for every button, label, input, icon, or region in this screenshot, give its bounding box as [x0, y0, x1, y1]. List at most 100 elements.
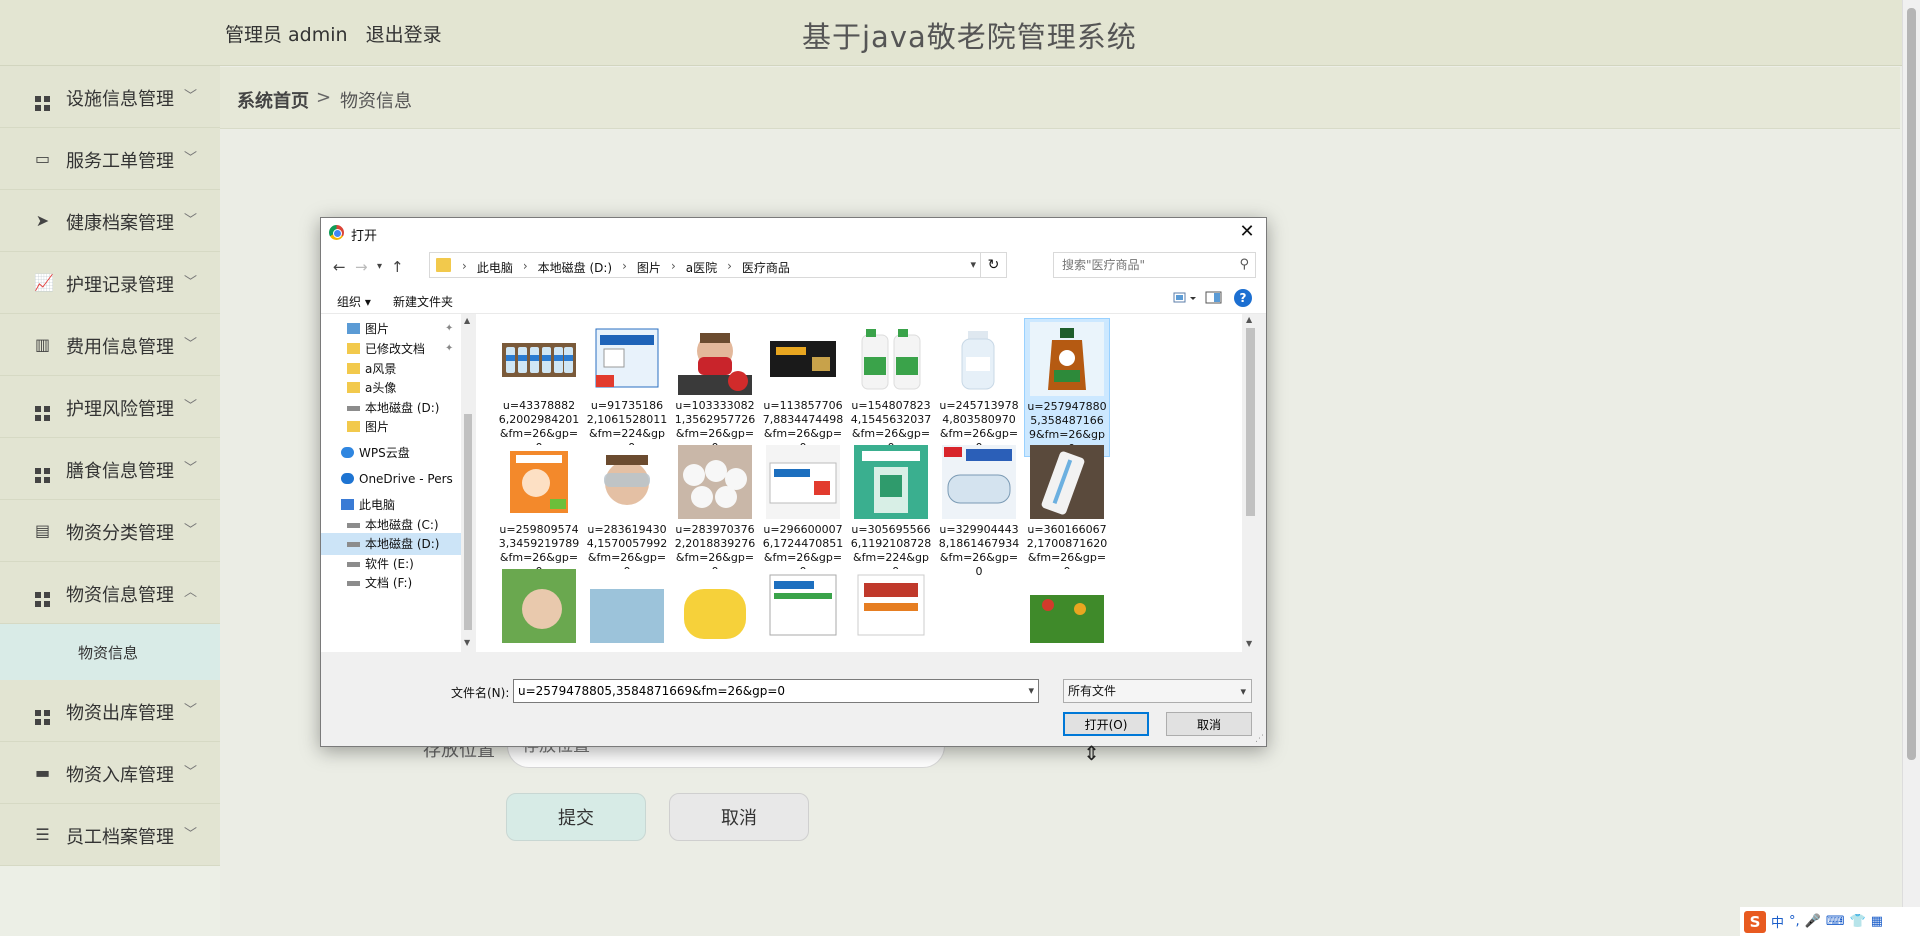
folder-icon [347, 421, 360, 432]
dialog-close-icon[interactable]: ✕ [1234, 220, 1260, 244]
page-scrollbar[interactable] [1902, 0, 1920, 936]
chevron-down-icon: ﹀ [184, 399, 198, 414]
chevron-down-icon[interactable]: ▾ [1028, 684, 1034, 697]
sidebar-item-2[interactable]: ➤ 健康档案管理 ﹀ [0, 190, 220, 252]
nav-item[interactable]: 文档 (F:) [321, 572, 461, 594]
file-item[interactable]: u=3299044438,1861467934&fm=26&gp=0 [936, 442, 1022, 579]
file-item[interactable] [760, 566, 846, 643]
file-item[interactable]: u=2839703762,2018839276&fm=26&gp=0 [672, 442, 758, 579]
address-bar[interactable]: › 此电脑 › 本地磁盘 (D:) › 图片 › a医院 › 医疗商品 ▾ ↻ [429, 252, 1007, 278]
help-icon[interactable]: ? [1234, 289, 1252, 307]
nav-item[interactable]: 图片 ✦ [321, 318, 461, 340]
search-input[interactable] [1054, 253, 1224, 277]
sidebar-item-5[interactable]: 护理风险管理 ﹀ [0, 376, 220, 438]
search-box[interactable]: ⚲ [1053, 252, 1256, 278]
address-dropdown-icon[interactable]: ▾ [970, 258, 976, 271]
file-thumbnail [1025, 322, 1109, 396]
file-item[interactable]: u=917351862,1061528011&fm=224&gp=0 [584, 318, 670, 455]
new-folder-button[interactable]: 新建文件夹 [393, 293, 453, 310]
file-item[interactable]: u=1138577067,8834474498&fm=26&gp=0 [760, 318, 846, 455]
view-options-icon[interactable] [1173, 290, 1196, 306]
chevron-down-icon: ﹀ [184, 703, 198, 718]
sogou-icon[interactable]: S [1744, 910, 1766, 933]
scroll-up-icon[interactable]: ▲ [464, 316, 470, 325]
file-item[interactable]: u=2836194304,1570057992&fm=26&gp=0 [584, 442, 670, 579]
sidebar-item-11[interactable]: ☰ 员工档案管理 ﹀ [0, 804, 220, 866]
file-item[interactable] [848, 566, 934, 643]
path-segment[interactable]: 此电脑 [471, 259, 519, 276]
page-scrollbar-thumb[interactable] [1907, 8, 1916, 760]
sidebar-item-0[interactable]: 设施信息管理 ﹀ [0, 66, 220, 128]
file-item[interactable]: u=1033330821,3562957726&fm=26&gp=0 [672, 318, 758, 455]
file-item[interactable]: u=3601660672,1700871620&fm=26&gp=0 [1024, 442, 1110, 579]
refresh-icon[interactable]: ↻ [980, 253, 1006, 277]
keyboard-icon[interactable]: ⌨ [1826, 914, 1845, 929]
sidebar-item-8[interactable]: 物资信息管理 ︿ [0, 562, 220, 624]
forward-arrow-icon[interactable]: → [355, 258, 368, 276]
scroll-down-icon[interactable]: ▼ [464, 638, 470, 647]
file-item[interactable] [672, 566, 758, 643]
apps-grid-icon[interactable]: ▦ [1871, 914, 1883, 929]
recent-locations-icon[interactable]: ▾ [377, 261, 382, 272]
file-scrollbar[interactable]: ▲ ▼ [1242, 314, 1259, 652]
scroll-down-icon[interactable]: ▼ [1246, 639, 1252, 648]
nav-scrollbar[interactable]: ▲ ▼ [461, 314, 475, 652]
path-separator-icon: › [727, 259, 732, 273]
top-header: 管理员 admin 退出登录 基于java敬老院管理系统 [0, 0, 1920, 66]
sidebar-item-3[interactable]: 📈 护理记录管理 ﹀ [0, 252, 220, 314]
path-segment[interactable]: 本地磁盘 (D:) [532, 259, 618, 276]
file-item[interactable]: u=3056955666,1192108728&fm=224&gp=0 [848, 442, 934, 579]
file-item[interactable] [496, 566, 582, 643]
filename-field[interactable]: ▾ [513, 679, 1039, 703]
dialog-open-button[interactable]: 打开(O) [1063, 712, 1149, 736]
path-segment[interactable]: 图片 [631, 259, 667, 276]
filename-input[interactable] [514, 680, 1004, 702]
dialog-titlebar[interactable]: 打开 ✕ [321, 218, 1266, 248]
resize-grip-icon[interactable]: ⋰ [1255, 734, 1264, 744]
back-arrow-icon[interactable]: ← [333, 258, 346, 276]
sidebar-item-9[interactable]: 物资出库管理 ﹀ [0, 680, 220, 742]
sidebar-item-7[interactable]: ▤ 物资分类管理 ﹀ [0, 500, 220, 562]
dialog-cancel-button[interactable]: 取消 [1166, 712, 1252, 736]
preview-pane-icon[interactable] [1205, 290, 1225, 306]
file-item[interactable] [584, 566, 670, 643]
shirt-icon[interactable]: 👕 [1850, 914, 1866, 929]
file-item[interactable] [1024, 566, 1110, 643]
nav-item[interactable]: WPS云盘 [321, 442, 461, 464]
file-item[interactable]: u=2457139784,803580970&fm=26&gp=0 [936, 318, 1022, 455]
microphone-icon[interactable]: 🎤 [1805, 914, 1821, 929]
file-item[interactable]: u=2598095743,3459219789&fm=26&gp=0 [496, 442, 582, 579]
ime-lang[interactable]: 中 [1771, 912, 1784, 931]
sidebar-item-6[interactable]: 膳食信息管理 ﹀ [0, 438, 220, 500]
file-item[interactable]: u=2966000076,1724470851&fm=26&gp=0 [760, 442, 846, 579]
chevron-down-icon: ﹀ [184, 275, 198, 290]
breadcrumb-home[interactable]: 系统首页 [237, 87, 309, 113]
file-item[interactable]: u=433788826,2002984201&fm=26&gp=0 [496, 318, 582, 455]
nav-item[interactable]: 本地磁盘 (D:) [321, 533, 461, 555]
nav-item[interactable]: 已修改文档 ✦ [321, 338, 461, 360]
file-item[interactable]: u=2579478805,3584871669&fm=26&gp=0 [1024, 318, 1110, 457]
file-scrollbar-thumb[interactable] [1246, 328, 1255, 516]
up-arrow-icon[interactable]: ↑ [391, 258, 404, 276]
cancel-button[interactable]: 取消 [669, 793, 809, 841]
sidebar-item-1[interactable]: ▭ 服务工单管理 ﹀ [0, 128, 220, 190]
nav-item[interactable]: 此电脑 [321, 494, 461, 516]
path-segment[interactable]: 医疗商品 [736, 259, 796, 276]
scroll-up-icon[interactable]: ▲ [1246, 315, 1252, 324]
file-item[interactable]: u=1548078234,1545632037&fm=26&gp=0 [848, 318, 934, 455]
sidebar-item-10[interactable]: ▬ 物资入库管理 ﹀ [0, 742, 220, 804]
nav-item[interactable]: 图片 [321, 416, 461, 438]
sidebar-item-4[interactable]: ▥ 费用信息管理 ﹀ [0, 314, 220, 376]
submit-button[interactable]: 提交 [506, 793, 646, 841]
nav-scrollbar-thumb[interactable] [464, 414, 472, 630]
organize-menu[interactable]: 组织 ▾ [337, 293, 371, 310]
nav-item-label: a头像 [365, 381, 397, 395]
nav-item[interactable]: OneDrive - Pers [321, 468, 461, 490]
ime-punct[interactable]: °, [1789, 914, 1800, 929]
submenu-item-material-info[interactable]: 物资信息 [0, 624, 220, 680]
logout-link[interactable]: 退出登录 [366, 24, 442, 46]
filetype-select[interactable]: 所有文件 ▾ [1063, 679, 1252, 703]
nav-item[interactable]: a头像 [321, 377, 461, 399]
file-thumbnail [584, 445, 670, 519]
path-segment[interactable]: a医院 [680, 259, 723, 276]
